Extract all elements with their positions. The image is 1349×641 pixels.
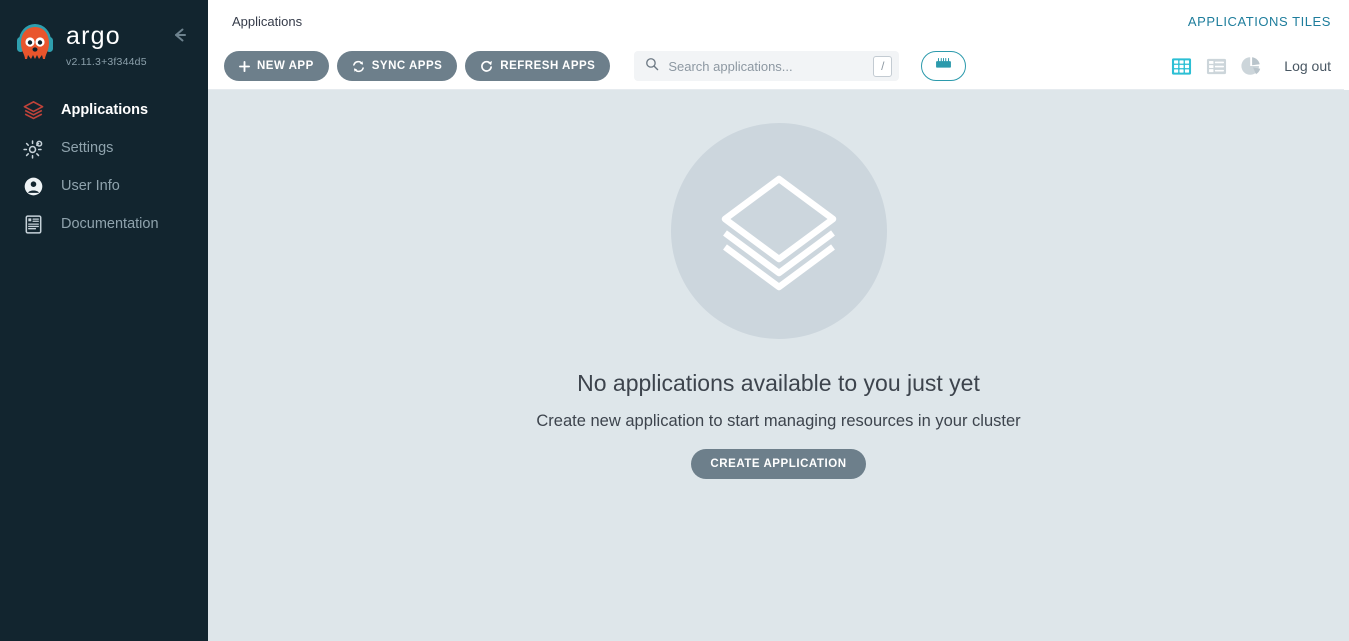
version-label: v2.11.3+3f344d5 (66, 56, 147, 68)
list-view-icon[interactable] (1205, 55, 1227, 77)
book-icon (21, 212, 45, 236)
sync-icon (352, 60, 365, 73)
empty-state-illustration (671, 123, 887, 339)
sidebar-item-label: Settings (61, 140, 113, 156)
toolbar-right-controls: Log out (1170, 55, 1331, 77)
filter-toggle-button[interactable] (921, 51, 966, 81)
search-icon (645, 57, 659, 76)
refresh-icon (480, 60, 493, 73)
create-application-button[interactable]: CREATE APPLICATION (691, 449, 865, 479)
logout-button[interactable]: Log out (1284, 58, 1331, 74)
gear-icon (21, 136, 45, 160)
sidebar-nav: Applications Settings (0, 92, 208, 242)
arrow-left-icon[interactable] (166, 22, 192, 48)
top-header-bar: Applications APPLICATIONS TILES (208, 0, 1349, 43)
argocd-app: argo v2.11.3+3f344d5 Appl (0, 0, 1349, 641)
sidebar-item-label: Applications (61, 102, 148, 118)
plus-icon (239, 61, 250, 72)
sidebar-header: argo v2.11.3+3f344d5 (0, 0, 208, 86)
applications-tiles-link[interactable]: APPLICATIONS TILES (1188, 14, 1331, 29)
search-field[interactable]: / (634, 51, 899, 81)
pie-chart-icon[interactable] (1240, 55, 1262, 77)
refresh-apps-label: REFRESH APPS (500, 60, 595, 72)
main-region: Applications APPLICATIONS TILES NEW APP (208, 0, 1349, 641)
sync-apps-button[interactable]: SYNC APPS (337, 51, 458, 81)
top-header-right: APPLICATIONS TILES (1188, 13, 1331, 31)
breadcrumb: Applications (232, 14, 302, 29)
filter-sliders-icon (935, 57, 952, 75)
stacked-layers-icon (713, 163, 845, 300)
sync-apps-label: SYNC APPS (372, 60, 443, 72)
sidebar-item-applications[interactable]: Applications (0, 92, 208, 128)
sidebar-item-documentation[interactable]: Documentation (0, 206, 208, 242)
brand-name: argo (66, 24, 147, 49)
empty-state: No applications available to you just ye… (208, 90, 1349, 641)
empty-state-subtitle: Create new application to start managing… (536, 412, 1020, 431)
new-app-label: NEW APP (257, 60, 314, 72)
toolbar: NEW APP SYNC APPS (208, 43, 1349, 90)
toolbar-edge-strip (1344, 43, 1349, 90)
user-circle-icon (21, 174, 45, 198)
search-shortcut-key[interactable]: / (873, 56, 892, 77)
sidebar: argo v2.11.3+3f344d5 Appl (0, 0, 208, 641)
new-app-button[interactable]: NEW APP (224, 51, 329, 81)
empty-state-title: No applications available to you just ye… (577, 370, 980, 397)
layers-icon (21, 98, 45, 122)
refresh-apps-button[interactable]: REFRESH APPS (465, 51, 610, 81)
sidebar-item-settings[interactable]: Settings (0, 130, 208, 166)
sidebar-item-user-info[interactable]: User Info (0, 168, 208, 204)
grid-tiles-icon[interactable] (1170, 55, 1192, 77)
sidebar-item-label: User Info (61, 178, 120, 194)
search-input[interactable] (668, 59, 873, 74)
argo-octopus-logo (12, 18, 58, 70)
brand-block: argo v2.11.3+3f344d5 (66, 18, 147, 68)
sidebar-item-label: Documentation (61, 216, 159, 232)
